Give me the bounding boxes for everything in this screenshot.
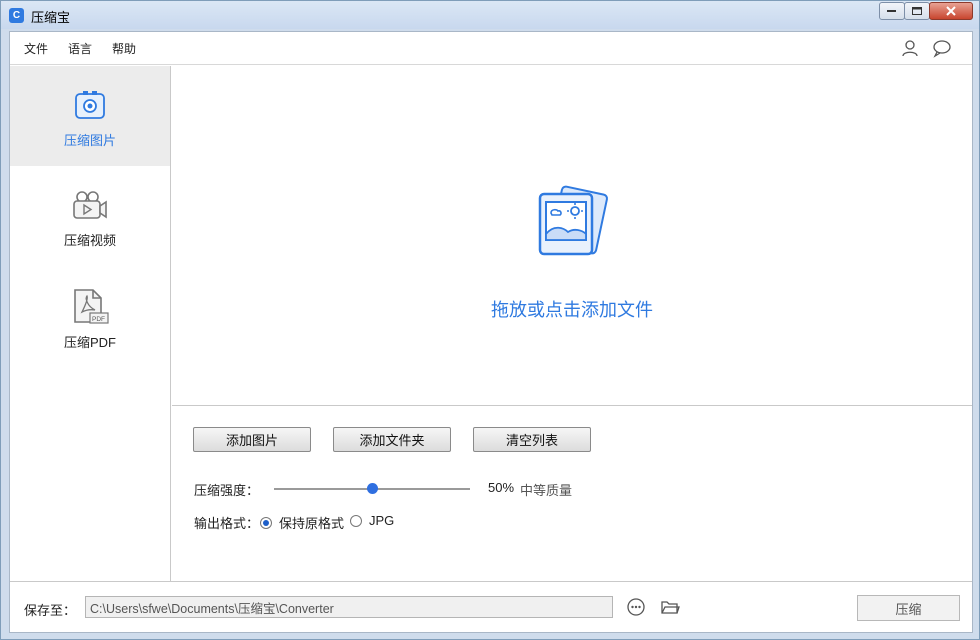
compression-controls: 添加图片 添加文件夹 清空列表 压缩强度： 50% 中等质量 输出格式： 保持原… bbox=[172, 407, 972, 581]
sidebar: 压缩图片 压缩视频 PDF 压缩PDF bbox=[10, 66, 171, 581]
clear-list-button[interactable]: 清空列表 bbox=[473, 427, 591, 452]
image-compress-icon bbox=[75, 91, 105, 119]
minimize-button[interactable] bbox=[879, 2, 905, 20]
save-to-label: 保存至： bbox=[24, 603, 77, 618]
window-title: 压缩宝 bbox=[31, 10, 71, 25]
sidebar-item-label: 压缩PDF bbox=[63, 335, 116, 350]
video-compress-icon bbox=[73, 191, 107, 219]
image-stack-icon bbox=[538, 185, 608, 256]
close-button[interactable] bbox=[929, 2, 973, 20]
drop-zone-text[interactable]: 拖放或点击添加文件 bbox=[172, 296, 972, 322]
sidebar-item-compress-pdf[interactable]: PDF 压缩PDF bbox=[10, 266, 170, 366]
bottom-bar: 保存至： 压缩 bbox=[10, 581, 972, 632]
file-drop-zone[interactable]: 拖放或点击添加文件 bbox=[172, 66, 972, 406]
window-controls bbox=[879, 2, 973, 20]
chat-icon[interactable] bbox=[932, 38, 952, 58]
compression-percent: 50% bbox=[488, 480, 515, 495]
menu-file[interactable]: 文件 bbox=[24, 40, 48, 57]
slider-fill bbox=[274, 488, 372, 490]
pdf-compress-icon: PDF bbox=[74, 289, 109, 324]
app-icon: C bbox=[9, 8, 24, 23]
more-options-icon[interactable] bbox=[626, 597, 646, 617]
radio-keep-format-label: 保持原格式 bbox=[279, 516, 345, 531]
title-bar[interactable]: C 压缩宝 bbox=[1, 1, 979, 29]
client-area: 文件 语言 帮助 压缩图片 压缩视频 PDF 压缩PDF 拖放或点击添加文件 添… bbox=[9, 31, 973, 633]
radio-jpg-label: JPG bbox=[369, 513, 395, 528]
compression-strength-label: 压缩强度： bbox=[194, 483, 260, 498]
menu-bar: 文件 语言 帮助 bbox=[10, 32, 972, 65]
open-folder-icon[interactable] bbox=[660, 597, 680, 617]
compress-button[interactable]: 压缩 bbox=[857, 595, 960, 621]
sidebar-item-compress-video[interactable]: 压缩视频 bbox=[10, 166, 170, 266]
add-folder-button[interactable]: 添加文件夹 bbox=[333, 427, 451, 452]
radio-jpg[interactable]: JPG bbox=[350, 513, 394, 528]
compression-slider[interactable] bbox=[274, 483, 470, 494]
slider-thumb[interactable] bbox=[366, 483, 378, 494]
radio-unselected-icon[interactable] bbox=[350, 514, 362, 527]
sidebar-item-label: 压缩图片 bbox=[63, 133, 116, 148]
sidebar-item-compress-image[interactable]: 压缩图片 bbox=[10, 66, 170, 166]
output-format-label: 输出格式： bbox=[194, 516, 260, 531]
sidebar-item-label: 压缩视频 bbox=[63, 233, 116, 248]
quality-text: 中等质量 bbox=[520, 483, 573, 498]
radio-keep-format[interactable]: 保持原格式 bbox=[260, 513, 344, 532]
radio-selected-icon[interactable] bbox=[260, 516, 272, 529]
menu-language[interactable]: 语言 bbox=[68, 40, 92, 57]
menu-help[interactable]: 帮助 bbox=[112, 40, 136, 57]
svg-text:PDF: PDF bbox=[92, 316, 105, 323]
app-window: C 压缩宝 文件 语言 帮助 压缩图片 压缩视频 PDF 压缩PDF 拖放或点击… bbox=[0, 0, 980, 640]
add-images-button[interactable]: 添加图片 bbox=[193, 427, 311, 452]
user-icon[interactable] bbox=[900, 38, 920, 58]
maximize-button[interactable] bbox=[904, 2, 930, 20]
output-path-field[interactable] bbox=[85, 596, 613, 618]
